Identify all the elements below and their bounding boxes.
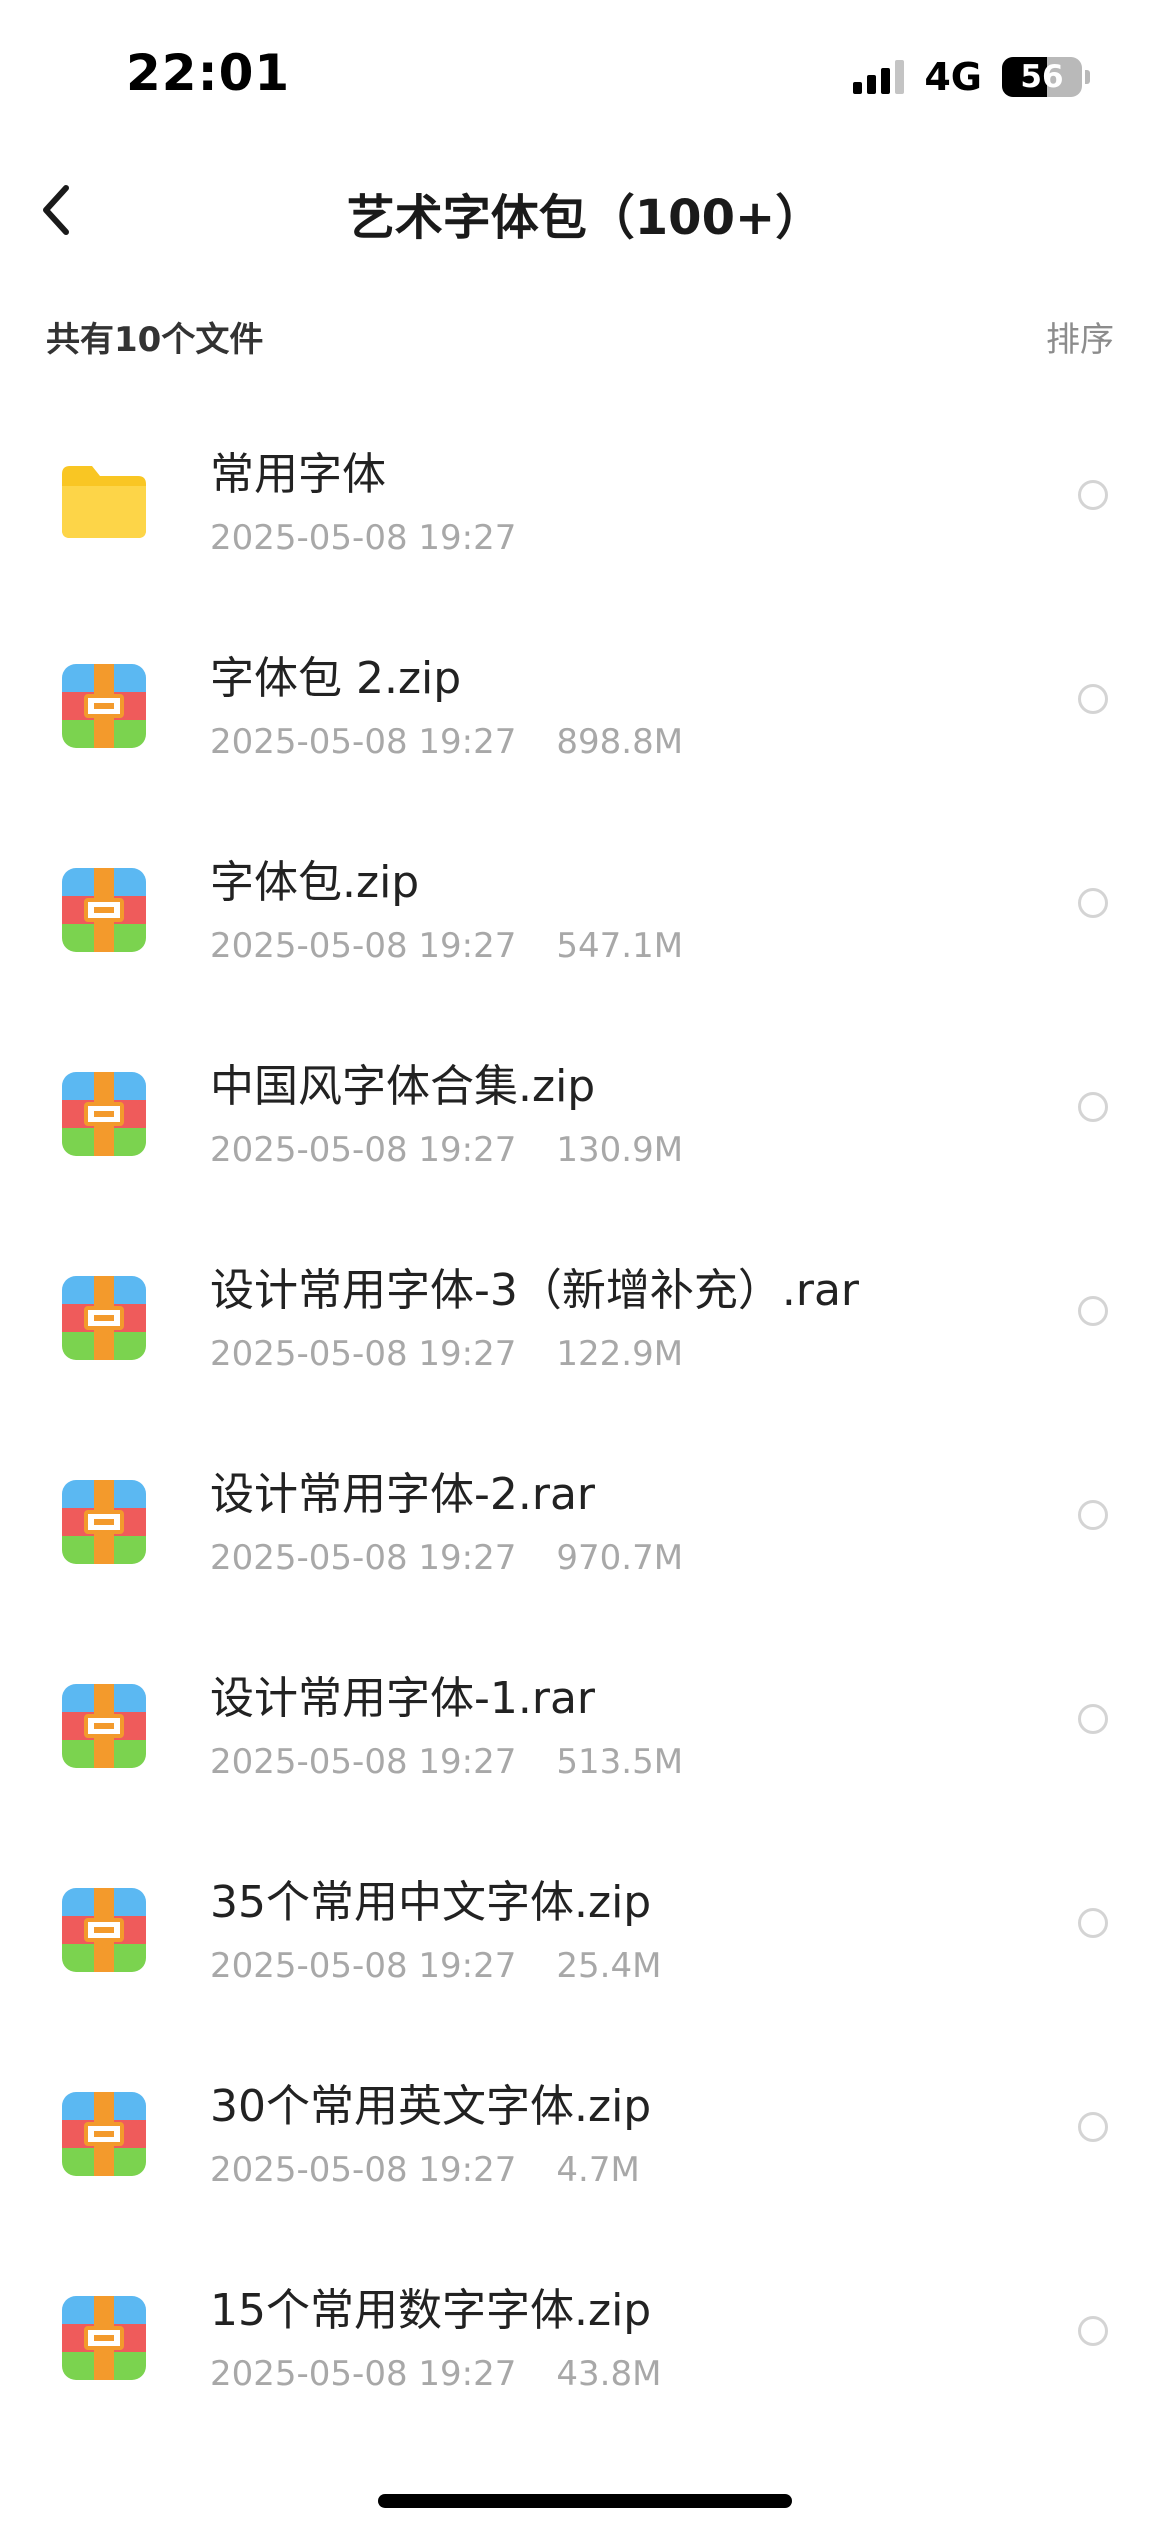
select-checkbox[interactable] (1078, 1704, 1108, 1734)
file-size: 43.8M (556, 2354, 662, 2394)
file-list: 常用字体 2025-05-08 19:27 字体包 2.zip 2025-05-08 … (0, 390, 1170, 2430)
battery-icon: 56 (1002, 57, 1090, 97)
file-size: 513.5M (556, 1742, 684, 1782)
file-meta: 2025-05-08 19:27 (210, 518, 516, 558)
archive-icon (58, 862, 150, 954)
archive-icon (58, 2290, 150, 2382)
file-size: 25.4M (556, 1946, 662, 1986)
file-name: 中国风字体合集.zip (210, 1061, 596, 1112)
status-indicators: 4G 56 (853, 55, 1090, 99)
folder-icon (58, 454, 150, 546)
file-row[interactable]: 常用字体 2025-05-08 19:27 (0, 390, 1170, 594)
file-date: 2025-05-08 19:27 (210, 2150, 517, 2190)
file-name: 15个常用数字字体.zip (210, 2285, 652, 2336)
archive-icon (58, 1678, 150, 1770)
file-name: 设计常用字体-1.rar (210, 1673, 595, 1724)
archive-icon (58, 658, 150, 750)
file-date: 2025-05-08 19:27 (210, 1946, 517, 1986)
file-name: 字体包 2.zip (210, 653, 462, 704)
file-size: 970.7M (556, 1538, 684, 1578)
archive-icon (58, 2086, 150, 2178)
sort-button[interactable]: 排序 (1046, 312, 1114, 361)
file-size: 130.9M (556, 1130, 684, 1170)
home-indicator[interactable] (378, 2494, 792, 2508)
file-name: 30个常用英文字体.zip (210, 2081, 652, 2132)
select-checkbox[interactable] (1078, 480, 1108, 510)
file-date: 2025-05-08 19:27 (210, 722, 517, 762)
file-size: 898.8M (556, 722, 684, 762)
select-checkbox[interactable] (1078, 1296, 1108, 1326)
file-name: 常用字体 (210, 449, 386, 500)
file-date: 2025-05-08 19:27 (210, 1742, 517, 1782)
file-meta: 2025-05-08 19:27 513.5M (210, 1742, 683, 1782)
file-row[interactable]: 35个常用中文字体.zip 2025-05-08 19:27 25.4M (0, 1818, 1170, 2022)
file-row[interactable]: 中国风字体合集.zip 2025-05-08 19:27 130.9M (0, 1002, 1170, 1206)
battery-level: 56 (1020, 59, 1064, 95)
file-date: 2025-05-08 19:27 (210, 2354, 517, 2394)
select-checkbox[interactable] (1078, 684, 1108, 714)
file-row[interactable]: 设计常用字体-3（新增补充）.rar 2025-05-08 19:27 122.9M (0, 1206, 1170, 1410)
file-date: 2025-05-08 19:27 (210, 1130, 517, 1170)
file-name: 字体包.zip (210, 857, 420, 908)
file-row[interactable]: 15个常用数字字体.zip 2025-05-08 19:27 43.8M (0, 2226, 1170, 2430)
archive-icon (58, 1066, 150, 1158)
file-date: 2025-05-08 19:27 (210, 1538, 517, 1578)
file-size: 122.9M (556, 1334, 684, 1374)
file-name: 设计常用字体-2.rar (210, 1469, 595, 1520)
file-row[interactable]: 30个常用英文字体.zip 2025-05-08 19:27 4.7M (0, 2022, 1170, 2226)
file-meta: 2025-05-08 19:27 970.7M (210, 1538, 683, 1578)
file-count: 共有10个文件 (46, 320, 264, 360)
select-checkbox[interactable] (1078, 1092, 1108, 1122)
file-meta: 2025-05-08 19:27 547.1M (210, 926, 683, 966)
archive-icon (58, 1270, 150, 1362)
file-date: 2025-05-08 19:27 (210, 1334, 517, 1374)
file-meta: 2025-05-08 19:27 898.8M (210, 722, 683, 762)
select-checkbox[interactable] (1078, 888, 1108, 918)
status-time: 22:01 (126, 44, 291, 102)
file-meta: 2025-05-08 19:27 4.7M (210, 2150, 640, 2190)
file-row[interactable]: 字体包 2.zip 2025-05-08 19:27 898.8M (0, 594, 1170, 798)
select-checkbox[interactable] (1078, 1500, 1108, 1530)
file-size: 4.7M (556, 2150, 640, 2190)
select-checkbox[interactable] (1078, 1908, 1108, 1938)
file-name: 设计常用字体-3（新增补充）.rar (210, 1265, 859, 1316)
page-title: 艺术字体包（100+） (346, 190, 824, 246)
archive-icon (58, 1882, 150, 1974)
file-meta: 2025-05-08 19:27 25.4M (210, 1946, 661, 1986)
select-checkbox[interactable] (1078, 2112, 1108, 2142)
status-bar: 22:01 4G 56 (0, 0, 1170, 150)
file-date: 2025-05-08 19:27 (210, 926, 517, 966)
signal-icon (853, 60, 905, 94)
select-checkbox[interactable] (1078, 2316, 1108, 2346)
nav-header: 艺术字体包（100+） (0, 160, 1170, 260)
file-row[interactable]: 设计常用字体-2.rar 2025-05-08 19:27 970.7M (0, 1410, 1170, 1614)
file-meta: 2025-05-08 19:27 122.9M (210, 1334, 683, 1374)
network-type: 4G (924, 55, 982, 99)
file-meta: 2025-05-08 19:27 43.8M (210, 2354, 661, 2394)
file-name: 35个常用中文字体.zip (210, 1877, 652, 1928)
file-date: 2025-05-08 19:27 (210, 518, 517, 558)
file-size: 547.1M (556, 926, 684, 966)
file-row[interactable]: 字体包.zip 2025-05-08 19:27 547.1M (0, 798, 1170, 1002)
archive-icon (58, 1474, 150, 1566)
file-row[interactable]: 设计常用字体-1.rar 2025-05-08 19:27 513.5M (0, 1614, 1170, 1818)
file-meta: 2025-05-08 19:27 130.9M (210, 1130, 683, 1170)
